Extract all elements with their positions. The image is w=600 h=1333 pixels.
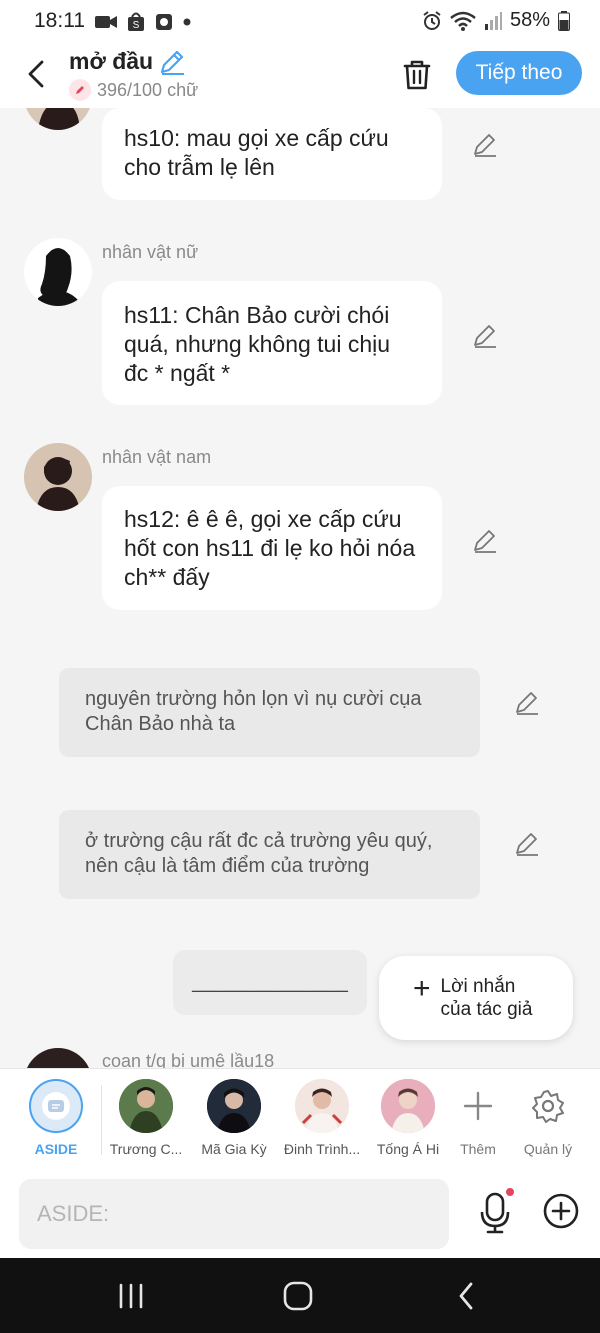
author-note-button[interactable]: + Lời nhắn của tác giả bbox=[379, 956, 573, 1040]
add-character-button[interactable]: Thêm bbox=[438, 1079, 518, 1157]
manage-characters-button[interactable]: Quản lý bbox=[508, 1079, 588, 1157]
edit-narration-icon[interactable] bbox=[514, 830, 540, 856]
shopee-icon: S bbox=[128, 12, 144, 31]
character-avatar bbox=[295, 1079, 349, 1133]
status-time: 18:11 bbox=[34, 9, 85, 32]
narration-text: nguyên trường hỏn lọn vì nụ cười cụa Châ… bbox=[85, 688, 422, 735]
character-name: Tống Á Hi bbox=[376, 1141, 440, 1157]
chat-area[interactable]: hs10: mau gọi xe cấp cứu cho trẫm lẹ lên… bbox=[0, 108, 600, 1068]
add-character-label: Thêm bbox=[460, 1141, 496, 1157]
wifi-icon bbox=[450, 11, 476, 31]
nav-back-button[interactable] bbox=[446, 1280, 486, 1312]
svg-text:S: S bbox=[133, 20, 140, 31]
message-text: hs12: ê ê ê, gọi xe cấp cứu hốt con hs11… bbox=[124, 506, 416, 590]
message-bubble[interactable]: hs12: ê ê ê, gọi xe cấp cứu hốt con hs11… bbox=[102, 486, 442, 610]
edit-message-icon[interactable] bbox=[472, 527, 498, 553]
character-name: Đinh Trình... bbox=[283, 1141, 361, 1157]
home-button[interactable] bbox=[278, 1280, 318, 1312]
speaker-name: nhân vật nữ bbox=[102, 242, 199, 262]
avatar[interactable] bbox=[24, 443, 92, 511]
system-nav-bar bbox=[0, 1258, 600, 1333]
plus-icon: + bbox=[413, 972, 431, 1005]
speaker-name: coan t/g bị umê lầu18 bbox=[102, 1051, 275, 1068]
trash-icon[interactable] bbox=[398, 56, 436, 94]
chapter-title: mở đầu bbox=[69, 48, 154, 74]
blank-narration[interactable]: ______________ bbox=[173, 950, 367, 1015]
message-input[interactable] bbox=[19, 1179, 449, 1249]
author-note-label: Lời nhắn của tác giả bbox=[440, 976, 533, 1020]
battery-percent: 58% bbox=[509, 9, 550, 31]
message-bubble[interactable]: hs10: mau gọi xe cấp cứu cho trẫm lẹ lên bbox=[102, 108, 442, 200]
recents-icon bbox=[119, 1283, 143, 1309]
message-icon bbox=[42, 1092, 70, 1120]
battery-icon bbox=[558, 10, 570, 31]
microphone-icon[interactable] bbox=[478, 1188, 514, 1236]
gear-icon bbox=[532, 1090, 564, 1123]
edit-narration-icon[interactable] bbox=[514, 689, 540, 715]
character-avatar bbox=[207, 1079, 261, 1133]
word-count: 396/100 chữ bbox=[69, 79, 198, 101]
word-count-text: 396/100 chữ bbox=[97, 79, 199, 100]
dot-icon bbox=[183, 18, 191, 26]
narration-bubble[interactable]: ở trường cậu rất đc cả trường yêu quý, n… bbox=[59, 810, 480, 899]
editor-header: mở đầu 396/100 chữ Tiếp theo bbox=[0, 44, 600, 108]
video-call-icon bbox=[95, 16, 117, 28]
character-name: ASIDE bbox=[34, 1141, 78, 1157]
aside-avatar bbox=[29, 1079, 83, 1133]
character-name: Mã Gia Kỳ bbox=[201, 1141, 267, 1157]
chevron-left-icon bbox=[459, 1282, 473, 1310]
speaker-name: nhân vật nam bbox=[102, 447, 212, 467]
character-item[interactable]: Tống Á Hi bbox=[368, 1079, 448, 1157]
character-avatar bbox=[119, 1079, 173, 1133]
avatar[interactable] bbox=[24, 238, 92, 306]
back-button[interactable] bbox=[18, 54, 54, 94]
signal-icon bbox=[484, 11, 502, 30]
avatar[interactable] bbox=[24, 108, 92, 130]
alarm-icon bbox=[423, 10, 441, 30]
character-item[interactable]: Đinh Trình... bbox=[282, 1079, 362, 1157]
character-name: Trương C... bbox=[109, 1141, 183, 1157]
character-item[interactable]: Mã Gia Kỳ bbox=[194, 1079, 274, 1157]
plus-icon bbox=[463, 1091, 493, 1121]
divider bbox=[101, 1085, 102, 1155]
character-aside[interactable]: ASIDE bbox=[16, 1079, 96, 1157]
add-circle-icon[interactable] bbox=[542, 1192, 580, 1230]
status-bar: 18:11 S 58% bbox=[0, 0, 600, 44]
pencil-badge-icon bbox=[69, 79, 91, 101]
manage-characters-label: Quản lý bbox=[523, 1141, 573, 1157]
chevron-left-icon bbox=[28, 60, 44, 88]
avatar[interactable] bbox=[24, 1048, 92, 1068]
message-text: hs11: Chân Bảo cười chói quá, nhưng khôn… bbox=[124, 302, 391, 386]
message-text: hs10: mau gọi xe cấp cứu cho trẫm lẹ lên bbox=[124, 125, 389, 180]
character-bar: ASIDE Trương C... Mã Gia Kỳ Đinh Trình..… bbox=[0, 1068, 600, 1170]
message-bubble[interactable]: hs11: Chân Bảo cười chói quá, nhưng khôn… bbox=[102, 281, 442, 405]
character-item[interactable]: Trương C... bbox=[106, 1079, 186, 1157]
notification-icons: S bbox=[95, 11, 191, 33]
app-icon bbox=[156, 14, 172, 30]
character-avatar bbox=[381, 1079, 435, 1133]
edit-message-icon[interactable] bbox=[472, 131, 498, 157]
narration-text: ở trường cậu rất đc cả trường yêu quý, n… bbox=[85, 830, 433, 877]
home-icon bbox=[283, 1281, 313, 1311]
recents-button[interactable] bbox=[111, 1280, 151, 1312]
edit-title-icon[interactable] bbox=[158, 48, 186, 76]
status-right: 58% bbox=[422, 9, 570, 32]
edit-message-icon[interactable] bbox=[472, 322, 498, 348]
input-bar bbox=[0, 1170, 600, 1258]
narration-bubble[interactable]: nguyên trường hỏn lọn vì nụ cười cụa Châ… bbox=[59, 668, 480, 757]
next-button[interactable]: Tiếp theo bbox=[456, 51, 582, 95]
